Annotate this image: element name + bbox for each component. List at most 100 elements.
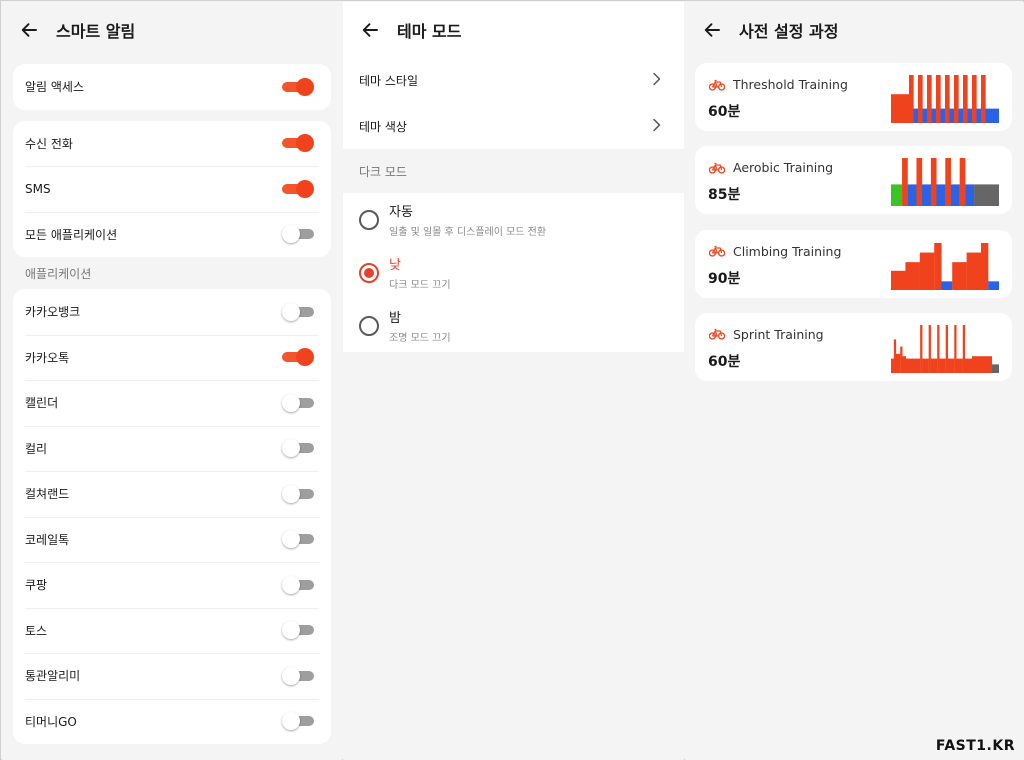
notification-row[interactable]: 모든 애플리케이션	[13, 211, 331, 258]
app-notification-row[interactable]: 캘린더	[13, 380, 331, 426]
theme-menu-item[interactable]: 테마 스타일	[343, 58, 684, 104]
access-card: 알림 액세스	[13, 64, 331, 110]
workout-duration: 60분	[708, 104, 741, 120]
app-notification-row[interactable]: 컬리	[13, 425, 331, 472]
page-title: 스마트 알림	[56, 22, 136, 41]
interval-bar	[981, 242, 989, 290]
switch-toggle[interactable]	[282, 134, 314, 153]
interval-bar	[918, 75, 923, 123]
back-button[interactable]	[685, 2, 739, 58]
notification-row[interactable]: SMS	[13, 166, 331, 212]
interval-bar	[954, 324, 957, 373]
interval-bar	[919, 252, 935, 290]
switch-toggle[interactable]	[282, 530, 314, 549]
bicycle-icon	[709, 329, 725, 341]
theme-menu-item[interactable]: 테마 색상	[343, 104, 684, 150]
interval-bar	[916, 158, 923, 207]
header: 사전 설정 과정	[685, 2, 1024, 58]
bicycle-icon	[709, 245, 725, 257]
workout-card[interactable]: Sprint Training 60분	[695, 312, 1012, 381]
workout-card[interactable]: Climbing Training 90분	[695, 229, 1012, 298]
interval-bar	[940, 108, 946, 123]
workout-profile-chart	[891, 324, 999, 373]
notification-row[interactable]: 수신 전화	[13, 121, 331, 167]
back-button[interactable]	[343, 2, 397, 58]
switch-toggle[interactable]	[282, 484, 314, 503]
switch-toggle[interactable]	[282, 302, 314, 321]
switch-toggle[interactable]	[282, 348, 314, 367]
interval-bar	[952, 261, 967, 290]
row-label: 코레일톡	[25, 532, 70, 547]
workout-profile-chart	[891, 75, 999, 123]
dark-mode-label: 다크 모드	[359, 164, 407, 179]
interval-bar	[964, 358, 973, 373]
app-notification-row[interactable]: 카카오뱅크	[13, 289, 331, 335]
interval-bar	[922, 184, 932, 207]
app-notification-row[interactable]: 카카오톡	[13, 334, 331, 381]
theme-menu: 테마 스타일테마 색상	[343, 58, 684, 149]
switch-toggle[interactable]	[282, 393, 314, 412]
switch-toggle[interactable]	[282, 225, 314, 244]
workout-title: Aerobic Training	[733, 160, 834, 176]
app-notification-row[interactable]: 코레일톡	[13, 516, 331, 563]
toggle-knob	[296, 179, 314, 198]
row-label: 카카오톡	[25, 350, 70, 365]
menu-item-label: 테마 색상	[359, 119, 407, 134]
dark-mode-option[interactable]: 낮 다크 모드 끄기	[343, 246, 684, 299]
preset-workouts-panel: 사전 설정 과정 Threshold Training 60분 Aerobic Tr…	[685, 2, 1024, 760]
switch-toggle[interactable]	[282, 575, 314, 594]
arrow-left-icon	[704, 23, 720, 37]
notification-access-toggle[interactable]	[282, 77, 314, 96]
app-notification-row[interactable]: 티머니GO	[13, 698, 331, 745]
notification-access-row[interactable]: 알림 액세스	[13, 64, 331, 110]
interval-bar	[891, 358, 894, 373]
dark-mode-option[interactable]: 밤 조명 모드 끄기	[343, 299, 684, 352]
option-description: 일출 및 일몰 후 디스플레이 모드 전환	[389, 227, 547, 238]
app-notification-row[interactable]: 컬쳐랜드	[13, 471, 331, 517]
toggle-knob	[296, 348, 314, 367]
row-label: SMS	[25, 181, 51, 196]
workout-title: Climbing Training	[733, 243, 842, 259]
smart-notification-panel: 스마트 알림 알림 액세스 수신 전화 SMS 모든 애플리케이션 애플리케이션 카…	[2, 2, 342, 760]
toggle-knob	[282, 575, 300, 594]
switch-toggle[interactable]	[282, 621, 314, 640]
interval-bar	[902, 158, 908, 207]
interval-bar	[922, 358, 929, 373]
interval-bar	[920, 324, 923, 373]
radio-button[interactable]	[359, 315, 379, 336]
switch-toggle[interactable]	[282, 666, 314, 685]
app-notification-row[interactable]: 쿠팡	[13, 562, 331, 608]
workout-duration: 85분	[708, 187, 741, 204]
interval-bar	[937, 324, 940, 373]
interval-bar	[972, 75, 977, 123]
interval-bar	[991, 364, 999, 373]
toggle-knob	[282, 439, 300, 458]
app-notification-row[interactable]: 토스	[13, 607, 331, 654]
interval-bar	[939, 358, 946, 373]
switch-toggle[interactable]	[282, 179, 314, 198]
toggle-knob	[282, 225, 300, 244]
switch-toggle[interactable]	[282, 712, 314, 731]
toggle-knob	[282, 666, 300, 685]
chevron-right-icon	[652, 72, 662, 89]
option-title: 자동	[389, 205, 413, 220]
row-label: 수신 전화	[25, 136, 73, 151]
radio-button[interactable]	[359, 209, 379, 230]
chevron-right-icon	[652, 118, 662, 135]
apps-section-label: 애플리케이션	[25, 266, 92, 281]
dark-mode-option[interactable]: 자동일출 및 일몰 후 디스플레이 모드 전환	[343, 193, 684, 246]
workout-duration: 60분	[708, 353, 741, 370]
interval-bar	[891, 270, 906, 290]
workout-card[interactable]: Threshold Training 60분	[695, 63, 1012, 131]
interval-bar	[949, 108, 955, 123]
interval-bar	[936, 184, 946, 207]
switch-toggle[interactable]	[282, 439, 314, 458]
interval-bar	[900, 346, 903, 373]
back-button[interactable]	[2, 2, 56, 58]
workout-card[interactable]: Aerobic Training 85분	[695, 146, 1012, 215]
interval-bar	[902, 356, 907, 373]
toggle-knob	[282, 484, 300, 503]
interval-bar	[922, 108, 928, 123]
app-notification-row[interactable]: 통관알리미	[13, 653, 331, 699]
radio-button[interactable]	[359, 262, 379, 283]
